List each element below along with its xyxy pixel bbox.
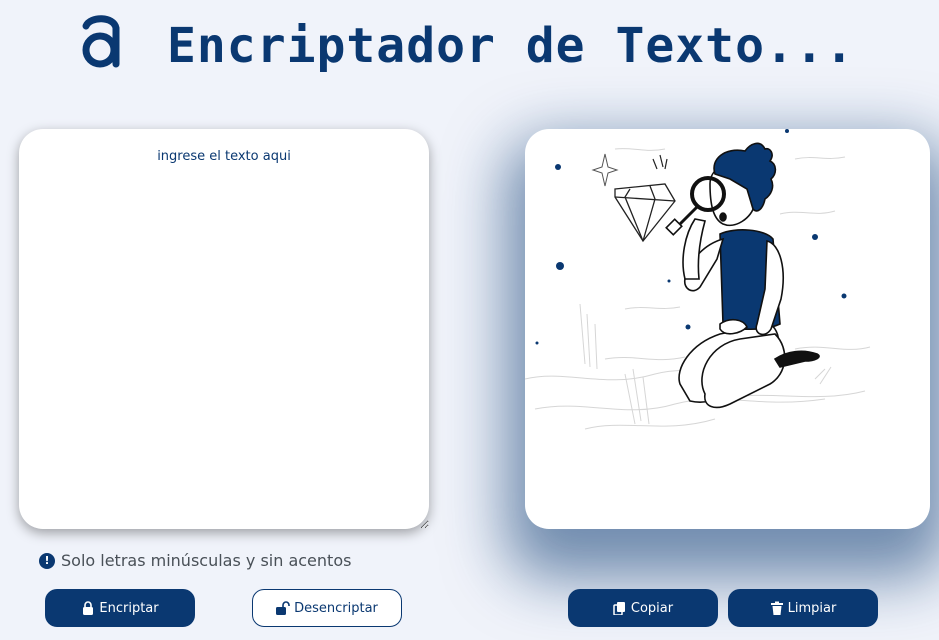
header: Encriptador de Texto... [0,0,939,100]
output-panel [525,129,930,529]
decrypt-button-label: Desencriptar [294,600,378,616]
decrypt-button[interactable]: Desencriptar [252,589,402,627]
notice: ! Solo letras minúsculas y sin acentos [39,551,351,570]
alura-logo-icon [82,15,120,68]
clear-button[interactable]: Limpiar [728,589,878,627]
person-with-magnifying-glass-illustration [525,129,871,430]
copy-icon [613,602,625,615]
clear-button-label: Limpiar [787,600,837,616]
lock-icon [83,601,94,615]
page-title: Encriptador de Texto... [167,18,855,74]
input-panel [19,129,429,529]
trash-icon [770,601,783,615]
notice-text: Solo letras minúsculas y sin acentos [61,551,352,570]
encrypt-button-label: Encriptar [99,600,159,616]
copy-button[interactable]: Copiar [568,589,718,627]
text-input[interactable] [19,129,429,529]
exclamation-icon: ! [39,552,55,569]
unlock-icon [276,601,290,615]
encrypt-button[interactable]: Encriptar [45,589,195,627]
copy-button-label: Copiar [630,600,674,616]
